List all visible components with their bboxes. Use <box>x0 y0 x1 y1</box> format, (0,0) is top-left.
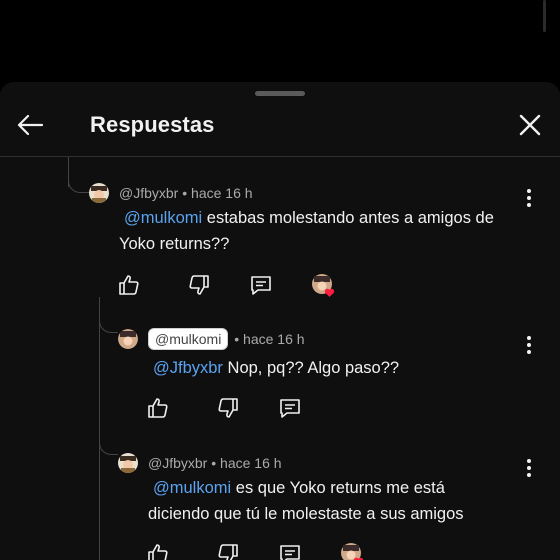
comment-text: @mulkomi es que Yoko returns me está dic… <box>148 479 464 523</box>
video-background <box>0 0 560 82</box>
creator-heart-badge <box>340 542 364 560</box>
reply-icon <box>280 545 300 560</box>
comment: @Jfbyxbr • hace 16 h @mulkomi es que Yok… <box>0 82 560 560</box>
replies-sheet: Respuestas @Jfbyxbr • hace 16 h @mulkomi… <box>0 82 560 560</box>
like-button[interactable] <box>146 542 170 560</box>
scroll-indicator <box>543 0 546 32</box>
reply-button[interactable] <box>278 542 302 560</box>
mention-link[interactable]: @mulkomi <box>153 479 231 497</box>
comment-time: hace 16 h <box>220 455 282 471</box>
dislike-button[interactable] <box>216 542 240 560</box>
comment-username[interactable]: @Jfbyxbr <box>148 455 207 471</box>
avatar[interactable] <box>118 453 138 473</box>
comment-meta: @Jfbyxbr • hace 16 h <box>148 455 282 471</box>
thumbs-down-icon <box>218 544 238 560</box>
thumbs-up-icon <box>148 544 168 560</box>
